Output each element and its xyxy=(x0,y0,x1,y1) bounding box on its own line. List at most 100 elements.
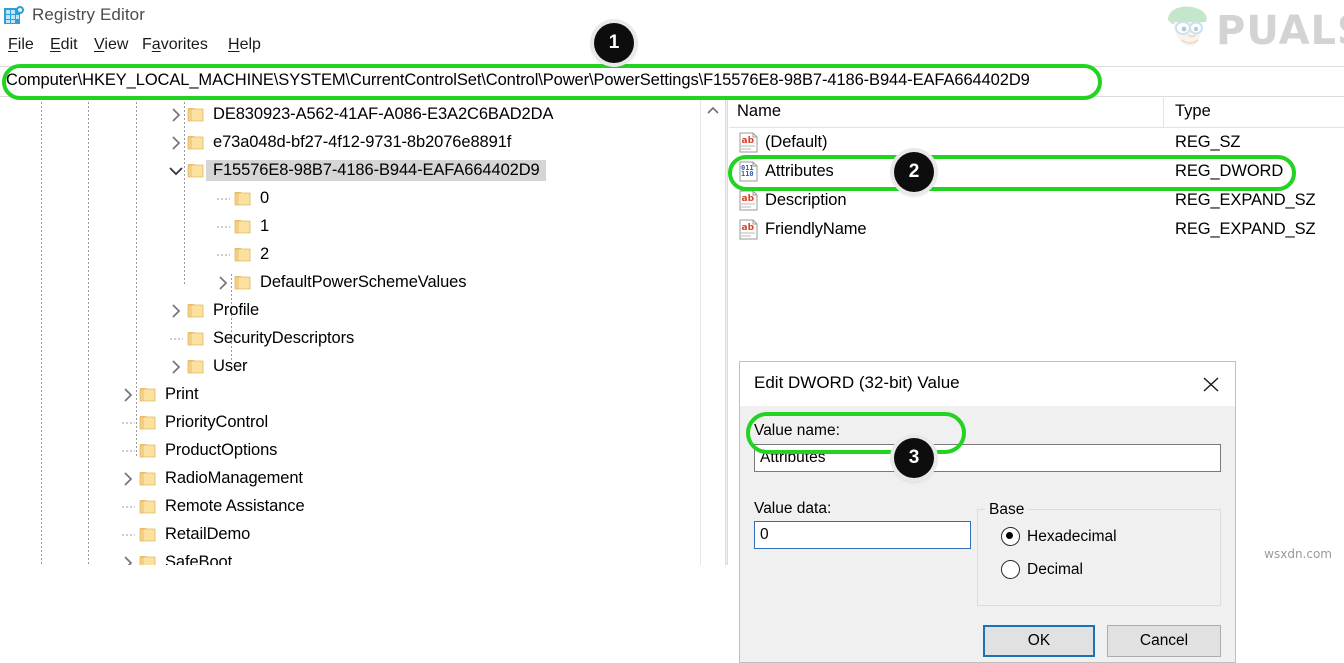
chevron-right-icon[interactable] xyxy=(166,352,186,380)
tree-item[interactable]: DefaultPowerSchemeValues xyxy=(213,268,467,296)
folder-icon xyxy=(138,520,158,548)
menu-favorites[interactable]: Favorites xyxy=(142,36,208,54)
chevron-right-icon[interactable] xyxy=(166,100,186,128)
dialog-title-bar: Edit DWORD (32-bit) Value xyxy=(740,362,1235,406)
radio-hexadecimal[interactable]: Hexadecimal xyxy=(1001,527,1117,546)
value-type: REG_EXPAND_SZ xyxy=(1175,191,1316,209)
chevron-right-icon[interactable] xyxy=(118,380,138,408)
chevron-right-icon[interactable] xyxy=(213,268,233,296)
tree-item[interactable]: RetailDemo xyxy=(118,520,250,548)
tree-leaf-connector xyxy=(213,212,233,240)
column-separator[interactable] xyxy=(1163,98,1164,127)
value-name-label: Value name: xyxy=(754,422,840,439)
tree-guide-line xyxy=(88,98,89,565)
value-name: Description xyxy=(765,191,847,209)
close-icon[interactable] xyxy=(1195,370,1227,398)
address-bar[interactable]: Computer\HKEY_LOCAL_MACHINE\SYSTEM\Curre… xyxy=(0,66,1344,97)
folder-icon xyxy=(233,212,253,240)
folder-icon xyxy=(186,324,206,352)
value-type: REG_DWORD xyxy=(1175,162,1284,180)
svg-text:ab: ab xyxy=(742,194,755,204)
tree-item[interactable]: F15576E8-98B7-4186-B944-EAFA664402D9 xyxy=(166,156,546,184)
tree-item-label: 0 xyxy=(260,188,270,207)
value-row[interactable]: ab Description REG_EXPAND_SZ xyxy=(729,186,1344,215)
tree-item-label: 2 xyxy=(260,244,270,263)
value-type: REG_EXPAND_SZ xyxy=(1175,220,1316,238)
tree-item-label: Profile xyxy=(213,300,260,319)
value-row[interactable]: ab FriendlyName REG_EXPAND_SZ xyxy=(729,215,1344,244)
value-name-input[interactable] xyxy=(754,444,1221,472)
ok-button[interactable]: OK xyxy=(983,625,1095,657)
folder-icon xyxy=(233,184,253,212)
tree-item[interactable]: Remote Assistance xyxy=(118,492,305,520)
tree-item-label: User xyxy=(213,356,248,375)
menu-file[interactable]: File xyxy=(8,36,34,54)
folder-icon xyxy=(138,492,158,520)
column-header-type[interactable]: Type xyxy=(1175,102,1211,121)
radio-hexadecimal-label: Hexadecimal xyxy=(1027,527,1117,545)
tree-item[interactable]: e73a048d-bf27-4f12-9731-8b2076e8891f xyxy=(166,128,511,156)
folder-icon xyxy=(138,548,158,565)
tree-leaf-connector xyxy=(118,520,138,548)
value-type: REG_SZ xyxy=(1175,133,1241,151)
radio-decimal[interactable]: Decimal xyxy=(1001,560,1083,579)
tree-item[interactable]: SecurityDescriptors xyxy=(166,324,354,352)
tree-item[interactable]: Profile xyxy=(166,296,259,324)
tree-scrollbar[interactable] xyxy=(700,98,725,565)
base-group-label: Base xyxy=(985,501,1029,519)
tree-leaf-connector xyxy=(213,240,233,268)
tree-item[interactable]: 2 xyxy=(213,240,269,268)
menu-view[interactable]: View xyxy=(94,36,128,54)
dword-value-icon: 011 110 xyxy=(738,161,760,183)
cancel-button[interactable]: Cancel xyxy=(1107,625,1221,657)
radio-decimal-label: Decimal xyxy=(1027,560,1083,578)
tree-leaf-connector xyxy=(213,184,233,212)
tree-item[interactable]: ProductOptions xyxy=(118,436,277,464)
tree-item[interactable]: SafeBoot xyxy=(118,548,232,565)
registry-editor-icon xyxy=(4,6,25,27)
tree-item-label: F15576E8-98B7-4186-B944-EAFA664402D9 xyxy=(206,159,546,181)
value-data-label: Value data: xyxy=(754,500,832,517)
tree-item-label: 1 xyxy=(260,216,270,235)
folder-icon xyxy=(186,352,206,380)
tree-item[interactable]: RadioManagement xyxy=(118,464,303,492)
scrollbar-track[interactable] xyxy=(702,124,724,565)
folder-icon xyxy=(138,408,158,436)
tree-item-label: DE830923-A562-41AF-A086-E3A2C6BAD2DA xyxy=(213,104,554,123)
chevron-right-icon[interactable] xyxy=(118,464,138,492)
column-header-name[interactable]: Name xyxy=(737,102,781,121)
tree-item-label: PriorityControl xyxy=(165,412,269,431)
window-title: Registry Editor xyxy=(32,5,145,24)
folder-icon xyxy=(233,268,253,296)
tree-item[interactable]: 1 xyxy=(213,212,269,240)
menu-edit[interactable]: Edit xyxy=(50,36,78,54)
appuals-logo: PUALS xyxy=(1162,2,1344,54)
registry-tree-pane[interactable]: DE830923-A562-41AF-A086-E3A2C6BAD2DA e73a… xyxy=(0,98,700,565)
chevron-right-icon[interactable] xyxy=(166,128,186,156)
tree-item[interactable]: Print xyxy=(118,380,199,408)
tree-item-label: Remote Assistance xyxy=(165,496,305,515)
tree-leaf-connector xyxy=(166,324,186,352)
folder-icon xyxy=(138,436,158,464)
menu-help[interactable]: Help xyxy=(228,36,261,54)
chevron-down-icon[interactable] xyxy=(166,156,186,184)
badge-1: 1 xyxy=(594,23,634,63)
radio-hexadecimal-dot xyxy=(1001,527,1020,546)
folder-icon xyxy=(186,128,206,156)
tree-item[interactable]: 0 xyxy=(213,184,269,212)
scroll-up-icon[interactable] xyxy=(705,103,721,119)
chevron-right-icon[interactable] xyxy=(166,296,186,324)
string-value-icon: ab xyxy=(738,219,760,241)
value-data-input[interactable] xyxy=(754,521,971,549)
tree-item[interactable]: User xyxy=(166,352,248,380)
tree-item[interactable]: PriorityControl xyxy=(118,408,268,436)
registry-editor-window: Registry Editor File Edit View Favorites… xyxy=(0,0,1344,663)
pane-splitter[interactable] xyxy=(725,98,728,565)
value-row[interactable]: ab (Default) REG_SZ xyxy=(729,128,1344,157)
appuals-wordmark: PUALS xyxy=(1216,8,1344,54)
badge-2: 2 xyxy=(894,152,934,192)
string-value-icon: ab xyxy=(738,190,760,212)
tree-item[interactable]: DE830923-A562-41AF-A086-E3A2C6BAD2DA xyxy=(166,100,553,128)
value-row[interactable]: 011 110 Attributes REG_DWORD xyxy=(729,157,1344,186)
chevron-right-icon[interactable] xyxy=(118,548,138,565)
